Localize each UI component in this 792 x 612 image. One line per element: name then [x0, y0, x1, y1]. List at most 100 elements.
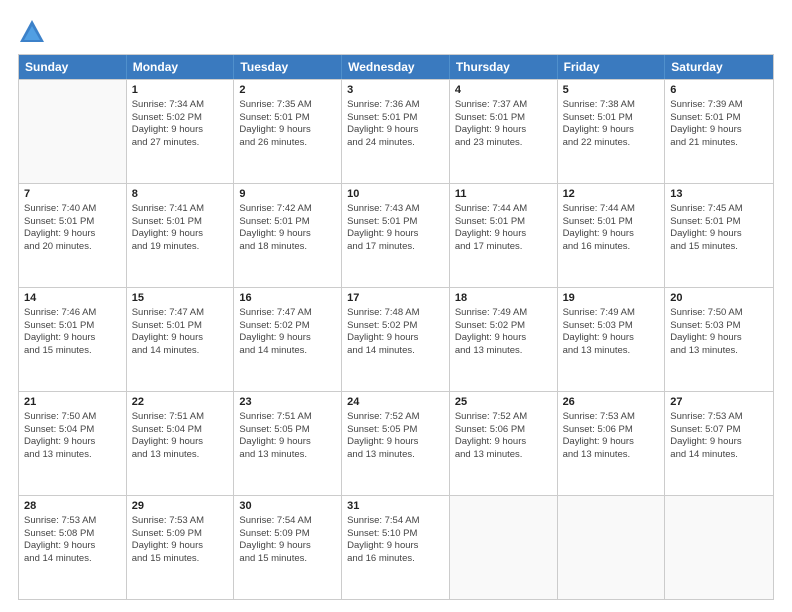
calendar-day-cell: 13Sunrise: 7:45 AMSunset: 5:01 PMDayligh…	[665, 184, 773, 287]
sunset-info: Sunset: 5:09 PM	[239, 528, 336, 541]
sunset-info: Sunset: 5:01 PM	[24, 320, 121, 333]
daylight-line1: Daylight: 9 hours	[347, 540, 444, 553]
daylight-line1: Daylight: 9 hours	[24, 332, 121, 345]
daylight-line1: Daylight: 9 hours	[132, 540, 229, 553]
sunset-info: Sunset: 5:04 PM	[24, 424, 121, 437]
calendar-day-cell: 26Sunrise: 7:53 AMSunset: 5:06 PMDayligh…	[558, 392, 666, 495]
sunset-info: Sunset: 5:06 PM	[455, 424, 552, 437]
day-number: 10	[347, 187, 444, 202]
day-number: 20	[670, 291, 768, 306]
daylight-line1: Daylight: 9 hours	[670, 124, 768, 137]
daylight-line2: and 13 minutes.	[670, 345, 768, 358]
daylight-line2: and 16 minutes.	[563, 241, 660, 254]
day-number: 15	[132, 291, 229, 306]
daylight-line2: and 14 minutes.	[239, 345, 336, 358]
daylight-line2: and 21 minutes.	[670, 137, 768, 150]
sunrise-info: Sunrise: 7:43 AM	[347, 203, 444, 216]
daylight-line1: Daylight: 9 hours	[24, 228, 121, 241]
daylight-line2: and 14 minutes.	[670, 449, 768, 462]
calendar-day-cell: 29Sunrise: 7:53 AMSunset: 5:09 PMDayligh…	[127, 496, 235, 599]
calendar-body: 1Sunrise: 7:34 AMSunset: 5:02 PMDaylight…	[19, 79, 773, 599]
day-number: 8	[132, 187, 229, 202]
calendar-week-row: 21Sunrise: 7:50 AMSunset: 5:04 PMDayligh…	[19, 391, 773, 495]
calendar-day-cell: 4Sunrise: 7:37 AMSunset: 5:01 PMDaylight…	[450, 80, 558, 183]
sunrise-info: Sunrise: 7:38 AM	[563, 99, 660, 112]
calendar: SundayMondayTuesdayWednesdayThursdayFrid…	[18, 54, 774, 600]
day-number: 7	[24, 187, 121, 202]
calendar-day-cell: 9Sunrise: 7:42 AMSunset: 5:01 PMDaylight…	[234, 184, 342, 287]
sunset-info: Sunset: 5:01 PM	[670, 216, 768, 229]
sunset-info: Sunset: 5:01 PM	[239, 216, 336, 229]
sunrise-info: Sunrise: 7:49 AM	[455, 307, 552, 320]
sunrise-info: Sunrise: 7:44 AM	[563, 203, 660, 216]
calendar-day-cell: 8Sunrise: 7:41 AMSunset: 5:01 PMDaylight…	[127, 184, 235, 287]
day-number: 23	[239, 395, 336, 410]
daylight-line1: Daylight: 9 hours	[455, 228, 552, 241]
daylight-line1: Daylight: 9 hours	[563, 436, 660, 449]
sunrise-info: Sunrise: 7:42 AM	[239, 203, 336, 216]
calendar-day-cell: 25Sunrise: 7:52 AMSunset: 5:06 PMDayligh…	[450, 392, 558, 495]
day-number: 1	[132, 83, 229, 98]
sunset-info: Sunset: 5:01 PM	[24, 216, 121, 229]
sunrise-info: Sunrise: 7:53 AM	[132, 515, 229, 528]
daylight-line2: and 16 minutes.	[347, 553, 444, 566]
daylight-line1: Daylight: 9 hours	[347, 124, 444, 137]
page: SundayMondayTuesdayWednesdayThursdayFrid…	[0, 0, 792, 612]
calendar-header-row: SundayMondayTuesdayWednesdayThursdayFrid…	[19, 55, 773, 79]
day-number: 31	[347, 499, 444, 514]
sunrise-info: Sunrise: 7:54 AM	[347, 515, 444, 528]
daylight-line2: and 15 minutes.	[132, 553, 229, 566]
day-number: 2	[239, 83, 336, 98]
sunset-info: Sunset: 5:09 PM	[132, 528, 229, 541]
daylight-line2: and 14 minutes.	[24, 553, 121, 566]
daylight-line2: and 17 minutes.	[455, 241, 552, 254]
day-number: 14	[24, 291, 121, 306]
sunrise-info: Sunrise: 7:37 AM	[455, 99, 552, 112]
daylight-line2: and 15 minutes.	[24, 345, 121, 358]
daylight-line1: Daylight: 9 hours	[347, 332, 444, 345]
daylight-line2: and 14 minutes.	[347, 345, 444, 358]
day-number: 16	[239, 291, 336, 306]
calendar-header-cell: Thursday	[450, 55, 558, 79]
daylight-line2: and 24 minutes.	[347, 137, 444, 150]
calendar-header-cell: Monday	[127, 55, 235, 79]
daylight-line2: and 18 minutes.	[239, 241, 336, 254]
calendar-day-cell: 11Sunrise: 7:44 AMSunset: 5:01 PMDayligh…	[450, 184, 558, 287]
daylight-line1: Daylight: 9 hours	[455, 332, 552, 345]
calendar-header-cell: Sunday	[19, 55, 127, 79]
day-number: 12	[563, 187, 660, 202]
sunset-info: Sunset: 5:02 PM	[455, 320, 552, 333]
sunrise-info: Sunrise: 7:53 AM	[670, 411, 768, 424]
calendar-day-cell: 5Sunrise: 7:38 AMSunset: 5:01 PMDaylight…	[558, 80, 666, 183]
daylight-line1: Daylight: 9 hours	[132, 436, 229, 449]
sunrise-info: Sunrise: 7:41 AM	[132, 203, 229, 216]
sunset-info: Sunset: 5:03 PM	[670, 320, 768, 333]
daylight-line2: and 17 minutes.	[347, 241, 444, 254]
daylight-line2: and 23 minutes.	[455, 137, 552, 150]
calendar-day-cell: 15Sunrise: 7:47 AMSunset: 5:01 PMDayligh…	[127, 288, 235, 391]
calendar-day-cell: 22Sunrise: 7:51 AMSunset: 5:04 PMDayligh…	[127, 392, 235, 495]
calendar-day-cell: 14Sunrise: 7:46 AMSunset: 5:01 PMDayligh…	[19, 288, 127, 391]
sunrise-info: Sunrise: 7:51 AM	[239, 411, 336, 424]
calendar-day-cell: 1Sunrise: 7:34 AMSunset: 5:02 PMDaylight…	[127, 80, 235, 183]
sunrise-info: Sunrise: 7:36 AM	[347, 99, 444, 112]
daylight-line2: and 15 minutes.	[239, 553, 336, 566]
day-number: 25	[455, 395, 552, 410]
sunset-info: Sunset: 5:01 PM	[455, 112, 552, 125]
sunrise-info: Sunrise: 7:47 AM	[239, 307, 336, 320]
daylight-line2: and 13 minutes.	[347, 449, 444, 462]
daylight-line1: Daylight: 9 hours	[347, 228, 444, 241]
sunset-info: Sunset: 5:10 PM	[347, 528, 444, 541]
day-number: 19	[563, 291, 660, 306]
daylight-line2: and 26 minutes.	[239, 137, 336, 150]
sunrise-info: Sunrise: 7:45 AM	[670, 203, 768, 216]
day-number: 22	[132, 395, 229, 410]
daylight-line1: Daylight: 9 hours	[239, 124, 336, 137]
sunset-info: Sunset: 5:01 PM	[239, 112, 336, 125]
sunrise-info: Sunrise: 7:47 AM	[132, 307, 229, 320]
calendar-day-cell: 17Sunrise: 7:48 AMSunset: 5:02 PMDayligh…	[342, 288, 450, 391]
sunset-info: Sunset: 5:02 PM	[347, 320, 444, 333]
sunrise-info: Sunrise: 7:49 AM	[563, 307, 660, 320]
calendar-day-cell: 19Sunrise: 7:49 AMSunset: 5:03 PMDayligh…	[558, 288, 666, 391]
sunrise-info: Sunrise: 7:39 AM	[670, 99, 768, 112]
